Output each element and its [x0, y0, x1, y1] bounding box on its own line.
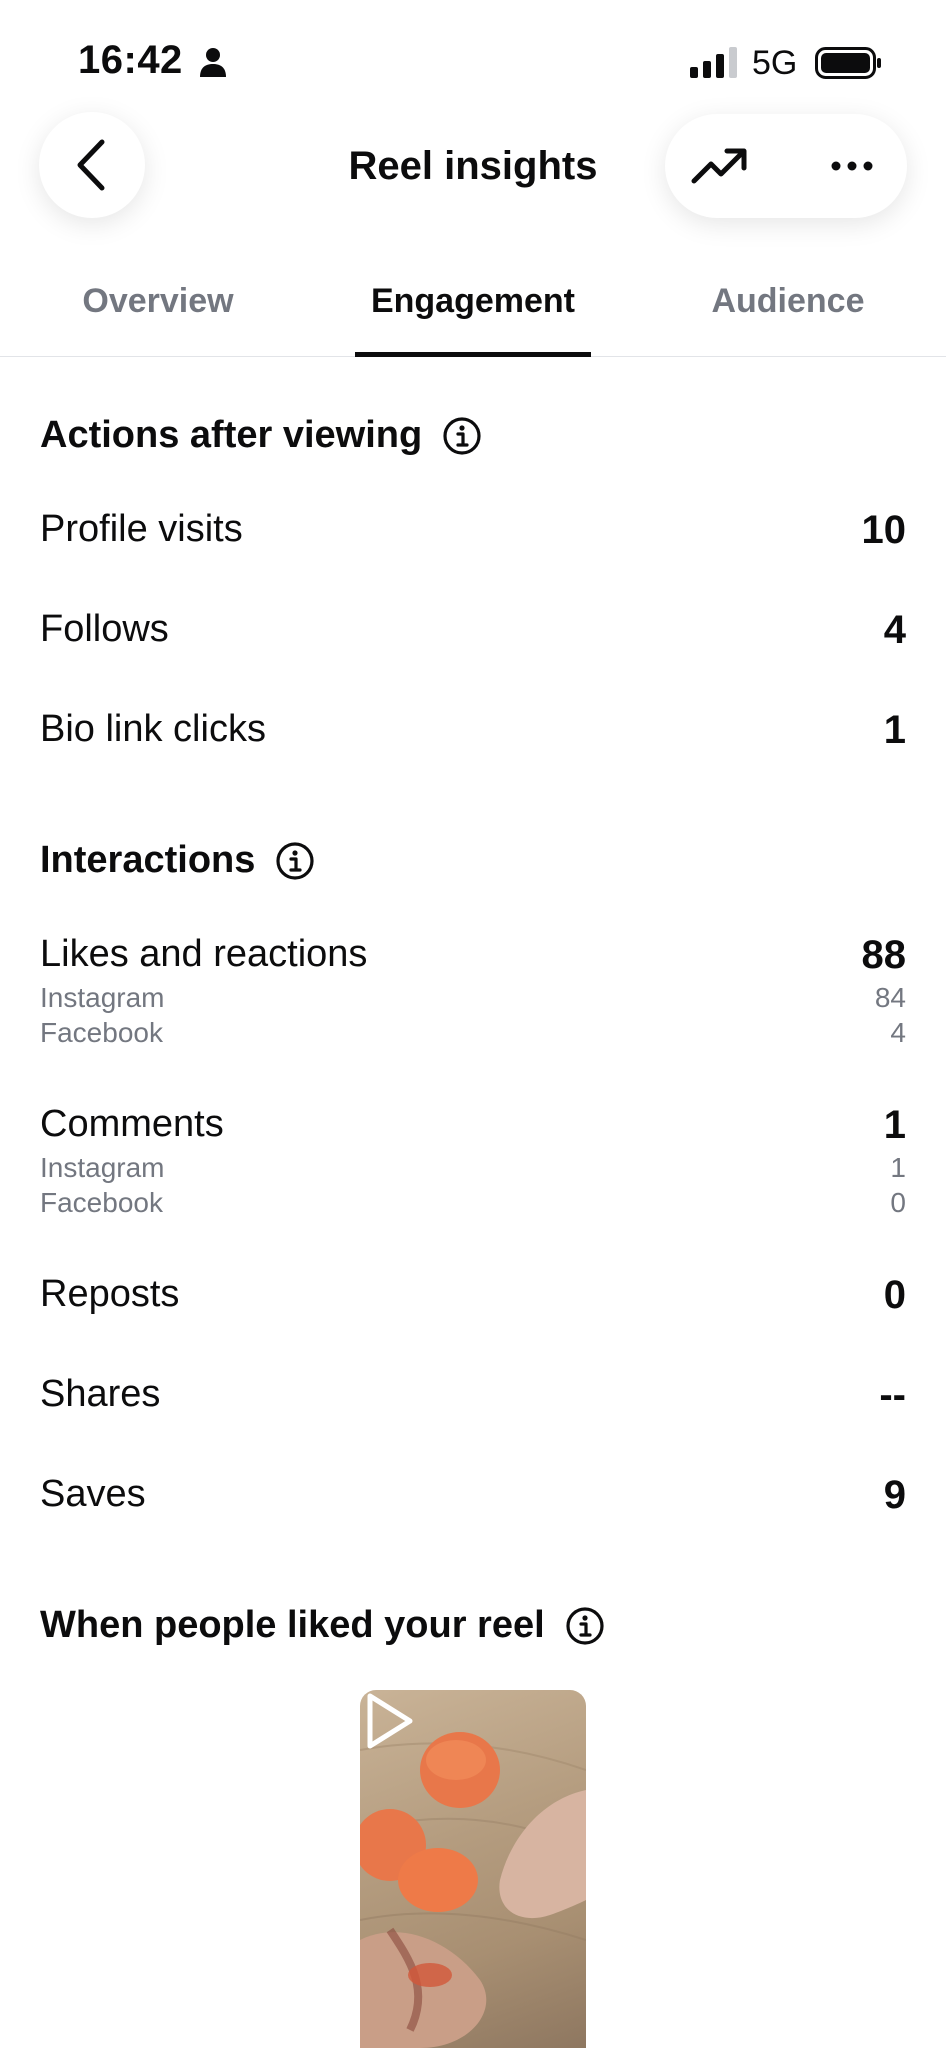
reel-thumbnail[interactable] [360, 1690, 586, 2048]
battery-icon [815, 47, 881, 79]
section-title-when-liked: When people liked your reel [40, 1604, 605, 1647]
metric-value: 9 [883, 1473, 906, 1517]
metric-row-follows: Follows 4 [40, 608, 906, 658]
sub-row-comments-facebook: Facebook 0 [40, 1187, 906, 1221]
metric-label: Likes and reactions [40, 933, 368, 975]
metric-value: 0 [883, 1273, 906, 1317]
metric-row-shares: Shares -- [40, 1373, 906, 1423]
header: Reel insights [0, 110, 946, 230]
header-actions [665, 114, 907, 218]
metric-value: 88 [861, 933, 907, 977]
tab-engagement[interactable]: Engagement [355, 282, 591, 321]
status-bar: 16:42 5G [0, 0, 946, 100]
trend-button[interactable] [689, 136, 751, 196]
metric-row-likes-and-reactions: Likes and reactions 88 [40, 933, 906, 983]
tab-audience[interactable]: Audience [670, 282, 906, 321]
sub-row-likes-instagram: Instagram 84 [40, 982, 906, 1016]
signal-icon [690, 47, 737, 78]
sub-value: 84 [874, 982, 906, 1013]
sub-label: Instagram [40, 1152, 165, 1183]
play-icon [367, 1693, 413, 1749]
metric-label: Reposts [40, 1273, 180, 1315]
status-time: 16:42 [78, 38, 183, 82]
sub-value: 1 [890, 1152, 906, 1183]
section-title-text: Interactions [40, 839, 256, 881]
info-icon[interactable] [565, 1606, 605, 1646]
person-icon [200, 48, 226, 77]
info-icon[interactable] [275, 841, 315, 881]
metric-row-reposts: Reposts 0 [40, 1273, 906, 1323]
metric-value: -- [879, 1373, 906, 1417]
section-title-interactions: Interactions [40, 839, 315, 882]
more-options-button[interactable] [821, 136, 883, 196]
metric-row-bio-link-clicks: Bio link clicks 1 [40, 708, 906, 758]
sub-label: Instagram [40, 982, 165, 1013]
more-horizontal-icon [831, 161, 873, 171]
sub-row-comments-instagram: Instagram 1 [40, 1152, 906, 1186]
metric-label: Follows [40, 608, 169, 650]
tab-overview[interactable]: Overview [40, 282, 276, 321]
section-title-text: When people liked your reel [40, 1604, 545, 1646]
sub-label: Facebook [40, 1187, 163, 1218]
metric-label: Bio link clicks [40, 708, 266, 750]
sub-label: Facebook [40, 1017, 163, 1048]
active-tab-indicator [355, 352, 591, 357]
section-title-actions-after-viewing: Actions after viewing [40, 414, 482, 457]
metric-row-saves: Saves 9 [40, 1473, 906, 1523]
metric-label: Profile visits [40, 508, 243, 550]
metric-value: 10 [861, 508, 907, 552]
section-title-text: Actions after viewing [40, 414, 423, 456]
metric-row-comments: Comments 1 [40, 1103, 906, 1153]
metric-label: Saves [40, 1473, 146, 1515]
trending-up-icon [691, 148, 747, 184]
metric-label: Comments [40, 1103, 224, 1145]
network-label: 5G [752, 44, 798, 82]
sub-value: 4 [890, 1017, 906, 1048]
sub-value: 0 [890, 1187, 906, 1218]
metric-row-profile-visits: Profile visits 10 [40, 508, 906, 558]
sub-row-likes-facebook: Facebook 4 [40, 1017, 906, 1051]
info-icon[interactable] [442, 416, 482, 456]
metric-value: 1 [883, 1103, 906, 1147]
metric-label: Shares [40, 1373, 161, 1415]
metric-value: 4 [883, 608, 906, 652]
metric-value: 1 [883, 708, 906, 752]
tab-bar: Overview Engagement Audience [0, 270, 946, 357]
